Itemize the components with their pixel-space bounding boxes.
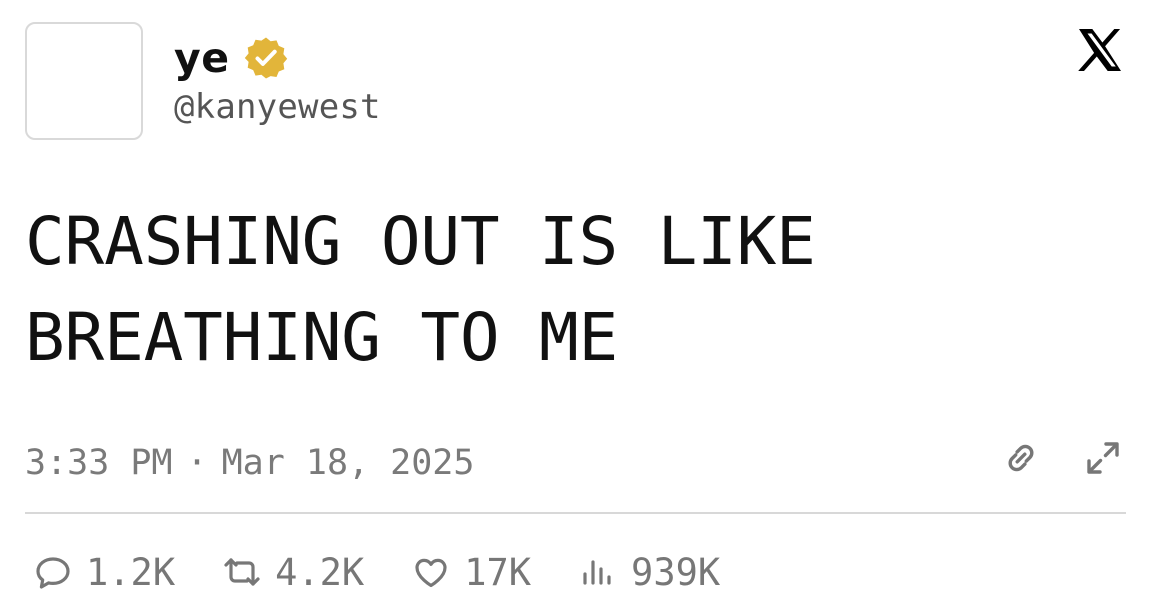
heart-icon[interactable] [410,551,452,593]
tweet-actions-top [999,436,1125,480]
divider [25,512,1126,514]
engagement-stats: 1.2K 4.2K 17K 939K [32,548,720,596]
name-row: ye [174,30,381,86]
tweet-time: 3:33 PM [25,442,173,483]
link-icon[interactable] [999,436,1043,480]
avatar[interactable] [25,22,143,140]
reply-icon[interactable] [32,551,74,593]
repost-stat[interactable]: 4.2K [221,551,364,593]
verified-badge-icon [242,34,290,82]
expand-icon[interactable] [1081,436,1125,480]
like-stat[interactable]: 17K [410,551,531,593]
display-name[interactable]: ye [174,37,230,79]
like-count: 17K [464,550,532,594]
metadata-separator: · [186,442,208,483]
x-logo[interactable] [1074,24,1126,76]
views-stat[interactable]: 939K [577,551,720,593]
view-count: 939K [631,550,721,594]
reply-count: 1.2K [86,550,176,594]
repost-count: 4.2K [275,550,365,594]
user-handle[interactable]: @kanyewest [174,90,381,124]
repost-icon[interactable] [221,551,263,593]
tweet-text: CRASHING OUT IS LIKE BREATHING TO ME [25,203,816,376]
tweet-date: Mar 18, 2025 [221,442,475,483]
reply-stat[interactable]: 1.2K [32,551,175,593]
user-identity: ye @kanyewest [174,30,381,124]
tweet-metadata: 3:33 PM · Mar 18, 2025 [25,442,474,484]
views-icon[interactable] [577,551,619,593]
